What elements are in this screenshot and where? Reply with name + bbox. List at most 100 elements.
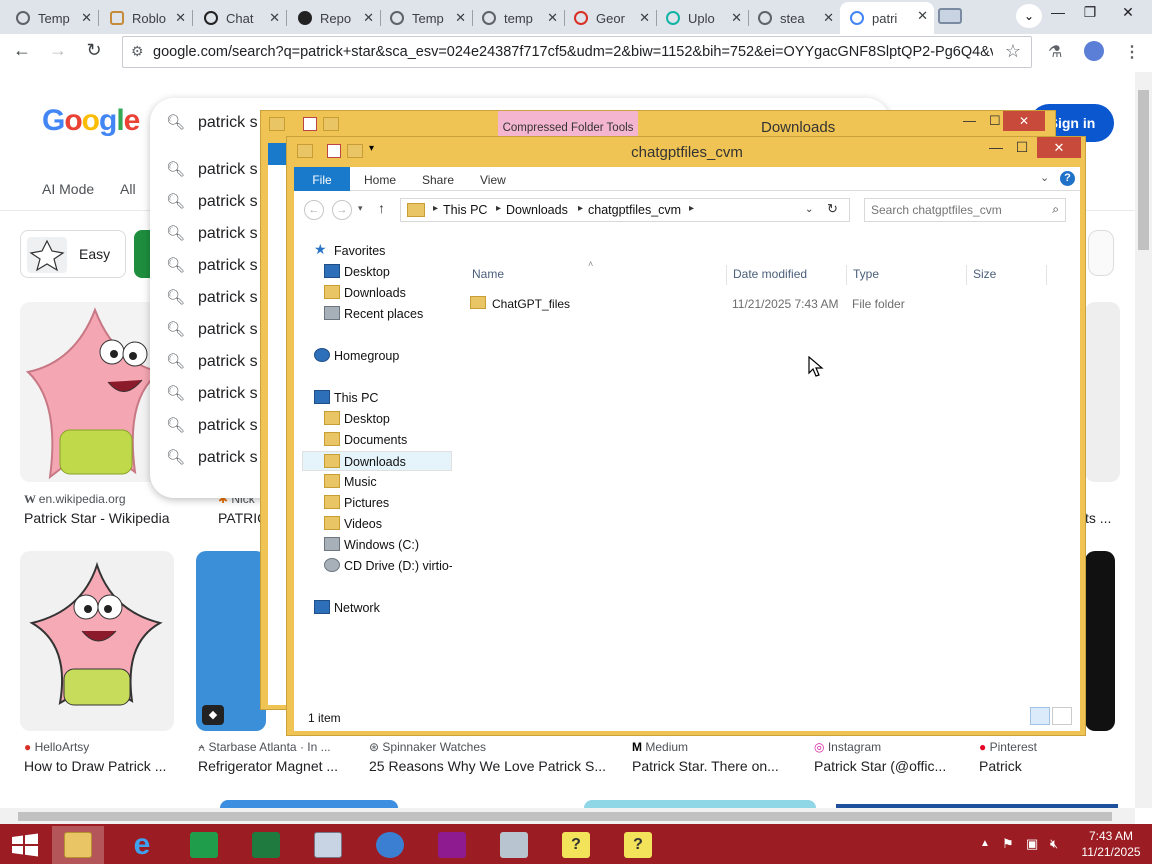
nav-this-pc[interactable]: This PC (314, 388, 444, 408)
browser-tab[interactable]: Temp ✕ (380, 4, 473, 32)
image-result[interactable] (584, 800, 816, 808)
tab-home[interactable]: Home (364, 167, 396, 191)
close-tab-icon[interactable]: ✕ (823, 10, 834, 26)
address-bar[interactable]: ⚙ google.com/search?q=patrick+star&sca_e… (122, 36, 1032, 68)
search-input[interactable]: patrick s (198, 114, 258, 132)
url-text[interactable]: google.com/search?q=patrick+star&sca_esv… (153, 44, 993, 60)
details-view-icon[interactable] (1030, 707, 1050, 725)
image-result[interactable] (1085, 302, 1120, 482)
flag-icon[interactable]: ⚑ (1002, 836, 1014, 852)
maximize-icon[interactable]: ❐ (1072, 0, 1108, 30)
back-icon[interactable]: ← (304, 200, 324, 220)
browser-tab[interactable]: Roblo ✕ (100, 4, 193, 32)
nav-item-cd-drive[interactable]: CD Drive (D:) virtio-w (324, 556, 452, 576)
up-icon[interactable]: ↑ (378, 200, 385, 216)
breadcrumb-chatgptfiles-cvm[interactable]: chatgptfiles_cvm (588, 203, 681, 217)
result-title[interactable]: ts ... (1085, 510, 1111, 526)
nav-item-downloads-selected[interactable]: Downloads (302, 451, 452, 471)
image-result-wikipedia[interactable] (20, 302, 170, 482)
file-row[interactable]: ChatGPT_files 11/21/2025 7:43 AM File fo… (470, 293, 1070, 313)
column-divider[interactable] (846, 265, 847, 285)
close-tab-icon[interactable]: ✕ (175, 10, 186, 26)
nav-item-pictures[interactable]: Pictures (324, 493, 454, 513)
close-tab-icon[interactable]: ✕ (639, 10, 650, 26)
labs-flask-icon[interactable]: ⚗ (1048, 42, 1062, 62)
chevron-right-icon[interactable]: ▸ (433, 203, 438, 214)
result-title[interactable]: Patrick Star (@offic... (814, 758, 946, 774)
taskbar-app[interactable] (302, 826, 354, 864)
column-size[interactable]: Size (973, 267, 996, 281)
breadcrumb-downloads[interactable]: Downloads (506, 203, 568, 217)
reload-icon[interactable]: ↻ (80, 40, 108, 61)
nav-item-downloads[interactable]: Downloads (324, 283, 454, 303)
column-divider[interactable] (726, 265, 727, 285)
result-source[interactable]: ⊛ Spinnaker Watches (369, 740, 486, 754)
nav-item-music[interactable]: Music (324, 472, 454, 492)
result-title[interactable]: 25 Reasons Why We Love Patrick S... (369, 758, 606, 774)
column-name[interactable]: Name (472, 267, 504, 281)
nav-item-windows-c[interactable]: Windows (C:) (324, 535, 454, 555)
close-tab-icon[interactable]: ✕ (81, 10, 92, 26)
browser-tab[interactable]: Repo ✕ (288, 4, 381, 32)
image-result[interactable] (1088, 230, 1114, 276)
nav-item-desktop[interactable]: Desktop (324, 409, 454, 429)
maximize-icon[interactable]: ☐ (989, 113, 1001, 129)
filter-chip-easy[interactable]: Easy (20, 230, 126, 278)
site-info-icon[interactable]: ⚙ (131, 43, 144, 60)
taskbar-game-app[interactable] (240, 826, 292, 864)
image-result[interactable] (220, 800, 398, 808)
nav-item-recent-places[interactable]: Recent places (324, 304, 454, 324)
nav-homegroup[interactable]: Homegroup (314, 346, 444, 366)
forward-icon[interactable]: → (332, 200, 352, 220)
taskbar-help-app[interactable]: ? (550, 826, 602, 864)
vertical-scrollbar[interactable] (1135, 72, 1152, 808)
close-tab-icon[interactable]: ✕ (363, 10, 374, 26)
nav-item-documents[interactable]: Documents (324, 430, 454, 450)
search-box[interactable]: ⌕ (864, 198, 1066, 222)
clock[interactable]: 7:43 AM 11/21/2025 (1076, 828, 1146, 860)
properties-icon[interactable] (303, 117, 317, 131)
horizontal-scrollbar[interactable] (0, 808, 1135, 824)
scrollbar-thumb[interactable] (18, 812, 1112, 821)
large-icons-view-icon[interactable] (1052, 707, 1072, 725)
image-result-helloartsy[interactable] (20, 551, 174, 731)
refresh-icon[interactable]: ↻ (827, 201, 838, 217)
address-bar[interactable]: ▸ This PC ▸ Downloads ▸ chatgptfiles_cvm… (400, 198, 850, 222)
help-icon[interactable]: ? (1060, 171, 1075, 186)
expand-ribbon-icon[interactable]: ⌄ (1040, 171, 1049, 184)
minimize-icon[interactable]: — (1040, 0, 1076, 30)
browser-tab[interactable]: Geor ✕ (564, 4, 657, 32)
result-source[interactable]: W en.wikipedia.org (24, 492, 126, 507)
browser-tab[interactable]: stea ✕ (748, 4, 840, 32)
column-date-modified[interactable]: Date modified (733, 267, 807, 281)
column-divider[interactable] (1046, 265, 1047, 285)
explorer-window[interactable]: ▾ chatgptfiles_cvm — ☐ ✕ File Home Share… (286, 136, 1086, 736)
back-icon[interactable]: ← (8, 40, 36, 61)
taskbar-app[interactable] (178, 826, 230, 864)
taskbar-camera-app[interactable] (426, 826, 478, 864)
maximize-icon[interactable]: ☐ (1009, 139, 1035, 156)
tab-search-icon[interactable]: ⌄ (1016, 4, 1042, 28)
search-input[interactable] (871, 202, 1041, 218)
browser-tab[interactable]: Temp ✕ (6, 4, 99, 32)
chevron-right-icon[interactable]: ▸ (496, 203, 501, 214)
nav-item-videos[interactable]: Videos (324, 514, 454, 534)
browser-tab[interactable]: Chat ✕ (194, 4, 287, 32)
nav-item-desktop[interactable]: Desktop (324, 262, 454, 282)
result-source[interactable]: ◎ Instagram (814, 740, 881, 754)
result-title[interactable]: How to Draw Patrick ... (24, 758, 166, 774)
result-title[interactable]: Patrick (979, 758, 1022, 774)
result-source[interactable]: ● HelloArtsy (24, 740, 89, 754)
forward-icon[interactable]: → (44, 40, 72, 61)
close-icon[interactable]: ✕ (1037, 137, 1081, 158)
minimize-icon[interactable]: — (983, 139, 1009, 155)
taskbar-chrome[interactable] (364, 826, 416, 864)
result-title[interactable]: Patrick Star - Wikipedia (24, 510, 169, 526)
chevron-down-icon[interactable]: ⌄ (805, 204, 813, 215)
result-source[interactable]: ⍲ Starbase Atlanta · In ... (198, 740, 331, 755)
column-type[interactable]: Type (853, 267, 879, 281)
close-icon[interactable]: ✕ (1003, 111, 1045, 131)
minimize-icon[interactable]: — (963, 113, 976, 128)
browser-tab-active[interactable]: patri ✕ (840, 2, 934, 34)
result-title[interactable]: Patrick Star. There on... (632, 758, 779, 774)
